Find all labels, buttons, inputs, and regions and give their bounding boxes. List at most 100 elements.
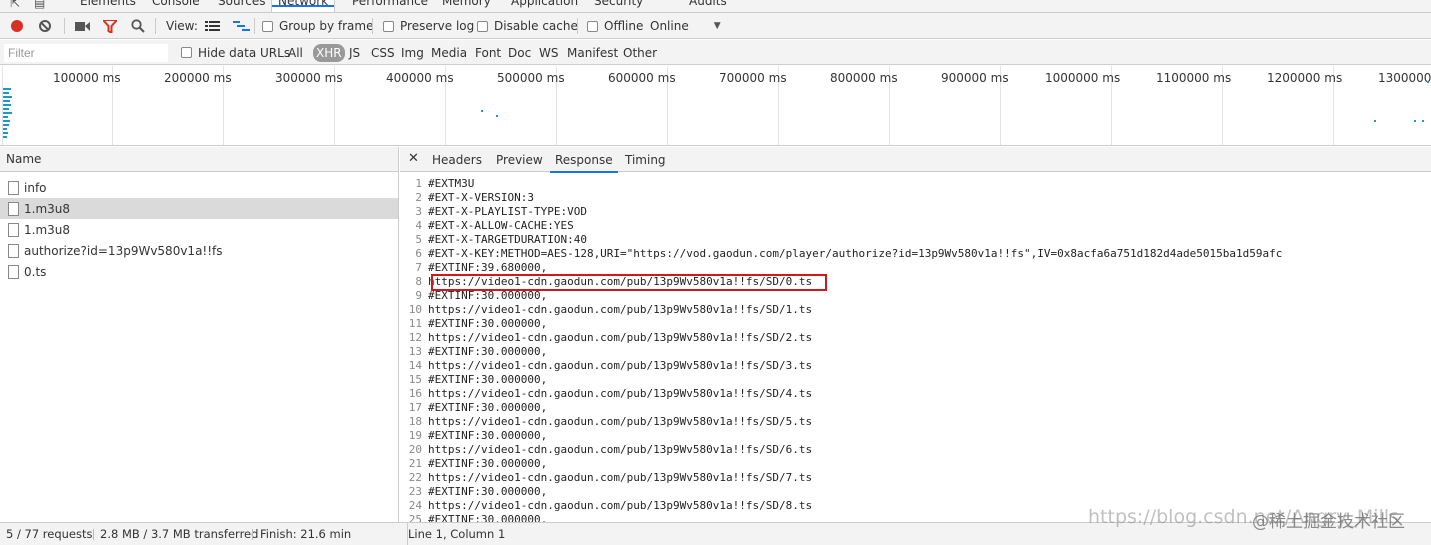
tab-sources[interactable]: Sources — [218, 0, 265, 8]
code-line: 19 #EXTINF:30.000000, — [400, 429, 1431, 443]
file-icon — [8, 264, 19, 279]
tab-elements[interactable]: Elements — [80, 0, 136, 8]
clear-button[interactable] — [39, 13, 51, 39]
line-number: 4 — [415, 219, 422, 232]
code-line: 1 #EXTM3U — [400, 177, 1431, 191]
line-number: 25 — [408, 513, 422, 522]
line-text: #EXT-X-PLAYLIST-TYPE:VOD — [428, 205, 587, 218]
line-text: #EXTM3U — [428, 177, 475, 190]
finish-time: Finish: 21.6 min — [260, 527, 352, 541]
group-by-frame-label: Group by frame — [279, 19, 374, 33]
code-line: 20 https://video1-cdn.gaodun.com/pub/13p9… — [400, 443, 1431, 457]
filter-type-ws[interactable]: WS — [536, 44, 561, 62]
large-rows-button[interactable] — [205, 13, 220, 39]
timeline-label: 1300000 ms — [1378, 71, 1431, 85]
file-icon — [8, 201, 19, 216]
request-name: 1.m3u8 — [24, 222, 71, 237]
tab-memory[interactable]: Memory — [442, 0, 491, 8]
status-divider — [93, 529, 94, 540]
filter-type-js[interactable]: JS — [346, 44, 363, 62]
code-line: 15 #EXTINF:30.000000, — [400, 373, 1431, 387]
grid-line — [2, 66, 3, 145]
timeline-label: 100000 ms — [53, 71, 121, 85]
hide-data-urls-checkbox[interactable]: Hide data URLs — [181, 40, 290, 65]
filter-funnel-icon — [103, 19, 117, 33]
line-number: 24 — [408, 499, 422, 512]
tab-audits[interactable]: Audits — [689, 0, 727, 8]
timeline-label: 200000 ms — [164, 71, 232, 85]
timeline-label: 500000 ms — [497, 71, 565, 85]
request-name: info — [24, 180, 47, 195]
request-list: Name info 1.m3u8 1.m3u8 authorize?id=13p… — [0, 147, 399, 522]
capture-screenshots-button[interactable] — [75, 13, 90, 39]
file-icon — [8, 243, 19, 258]
checkbox-icon — [477, 20, 488, 32]
name-column-header[interactable]: Name — [0, 147, 398, 172]
filter-type-xhr[interactable]: XHR — [313, 44, 345, 62]
code-line: 17 #EXTINF:30.000000, — [400, 401, 1431, 415]
code-line: 14 https://video1-cdn.gaodun.com/pub/13p9… — [400, 359, 1431, 373]
filter-type-all[interactable]: All — [285, 44, 306, 62]
request-dot — [481, 110, 483, 112]
code-line: 22 https://video1-cdn.gaodun.com/pub/13p9… — [400, 471, 1431, 485]
close-icon[interactable]: ✕ — [408, 151, 419, 166]
device-toggle-icon[interactable]: ▤ — [34, 0, 45, 10]
filter-type-doc[interactable]: Doc — [505, 44, 534, 62]
filter-input[interactable] — [4, 44, 168, 62]
filter-toggle-button[interactable] — [103, 13, 117, 39]
filter-type-media[interactable]: Media — [428, 44, 470, 62]
network-toolbar: View: Group by frame Preserve log Disabl… — [0, 13, 1431, 39]
toolbar-divider — [372, 18, 373, 34]
filter-type-css[interactable]: CSS — [368, 44, 398, 62]
request-dot — [1374, 120, 1376, 122]
line-number: 1 — [415, 177, 422, 190]
tab-preview[interactable]: Preview — [491, 147, 548, 172]
disable-cache-checkbox[interactable]: Disable cache — [477, 13, 578, 39]
tab-security[interactable]: Security — [594, 0, 643, 8]
line-number: 10 — [408, 303, 422, 316]
request-dot — [1414, 120, 1416, 122]
code-line: 5 #EXT-X-TARGETDURATION:40 — [400, 233, 1431, 247]
tab-application[interactable]: Application — [511, 0, 578, 8]
tab-network[interactable]: Network — [271, 0, 336, 12]
request-row[interactable]: info — [0, 177, 398, 198]
throttling-select[interactable]: Online ▼ — [650, 13, 721, 39]
chevron-down-icon: ▼ — [713, 21, 721, 31]
preserve-log-checkbox[interactable]: Preserve log — [383, 13, 474, 39]
request-dot — [1422, 120, 1424, 122]
file-icon — [8, 222, 19, 237]
filter-type-font[interactable]: Font — [472, 44, 504, 62]
timeline-label: 300000 ms — [275, 71, 343, 85]
overview-toggle-button[interactable] — [233, 13, 250, 39]
tab-console[interactable]: Console — [152, 0, 200, 8]
filter-type-img[interactable]: Img — [398, 44, 427, 62]
offline-checkbox[interactable]: Offline — [587, 13, 643, 39]
request-bar — [3, 124, 9, 126]
line-number: 18 — [408, 415, 422, 428]
response-body[interactable]: 1 #EXTM3U 2 #EXT-X-VERSION:3 3 #EXT-X-PLAYLIS… — [400, 177, 1431, 522]
request-row-selected[interactable]: 1.m3u8 — [0, 198, 398, 219]
tab-performance[interactable]: Performance — [352, 0, 428, 8]
filter-type-other[interactable]: Other — [620, 44, 660, 62]
filter-type-manifest[interactable]: Manifest — [564, 44, 621, 62]
line-text: #EXT-X-ALLOW-CACHE:YES — [428, 219, 574, 232]
timeline-label: 900000 ms — [941, 71, 1009, 85]
request-row[interactable]: 0.ts — [0, 261, 398, 282]
tab-headers[interactable]: Headers — [427, 147, 487, 172]
line-text: https://video1-cdn.gaodun.com/pub/13p9Wv… — [428, 331, 813, 344]
line-text: #EXT-X-KEY:METHOD=AES-128,URI="https://v… — [428, 247, 1283, 260]
tab-response[interactable]: Response — [550, 147, 618, 173]
request-row[interactable]: 1.m3u8 — [0, 219, 398, 240]
code-line: 13 #EXTINF:30.000000, — [400, 345, 1431, 359]
tab-timing[interactable]: Timing — [620, 147, 671, 172]
request-row[interactable]: authorize?id=13p9Wv580v1a!!fs — [0, 240, 398, 261]
search-button[interactable] — [131, 13, 145, 39]
record-button[interactable] — [11, 13, 23, 39]
inspect-icon[interactable]: ⇱ — [10, 0, 20, 10]
line-text: #EXTINF:30.000000, — [428, 373, 548, 386]
timeline-overview[interactable]: 100000 ms 200000 ms 300000 ms 400000 ms … — [0, 66, 1431, 146]
line-number: 7 — [415, 261, 422, 274]
code-line: 10 https://video1-cdn.gaodun.com/pub/13p9… — [400, 303, 1431, 317]
group-by-frame-checkbox[interactable]: Group by frame — [262, 13, 373, 39]
line-number: 6 — [415, 247, 422, 260]
